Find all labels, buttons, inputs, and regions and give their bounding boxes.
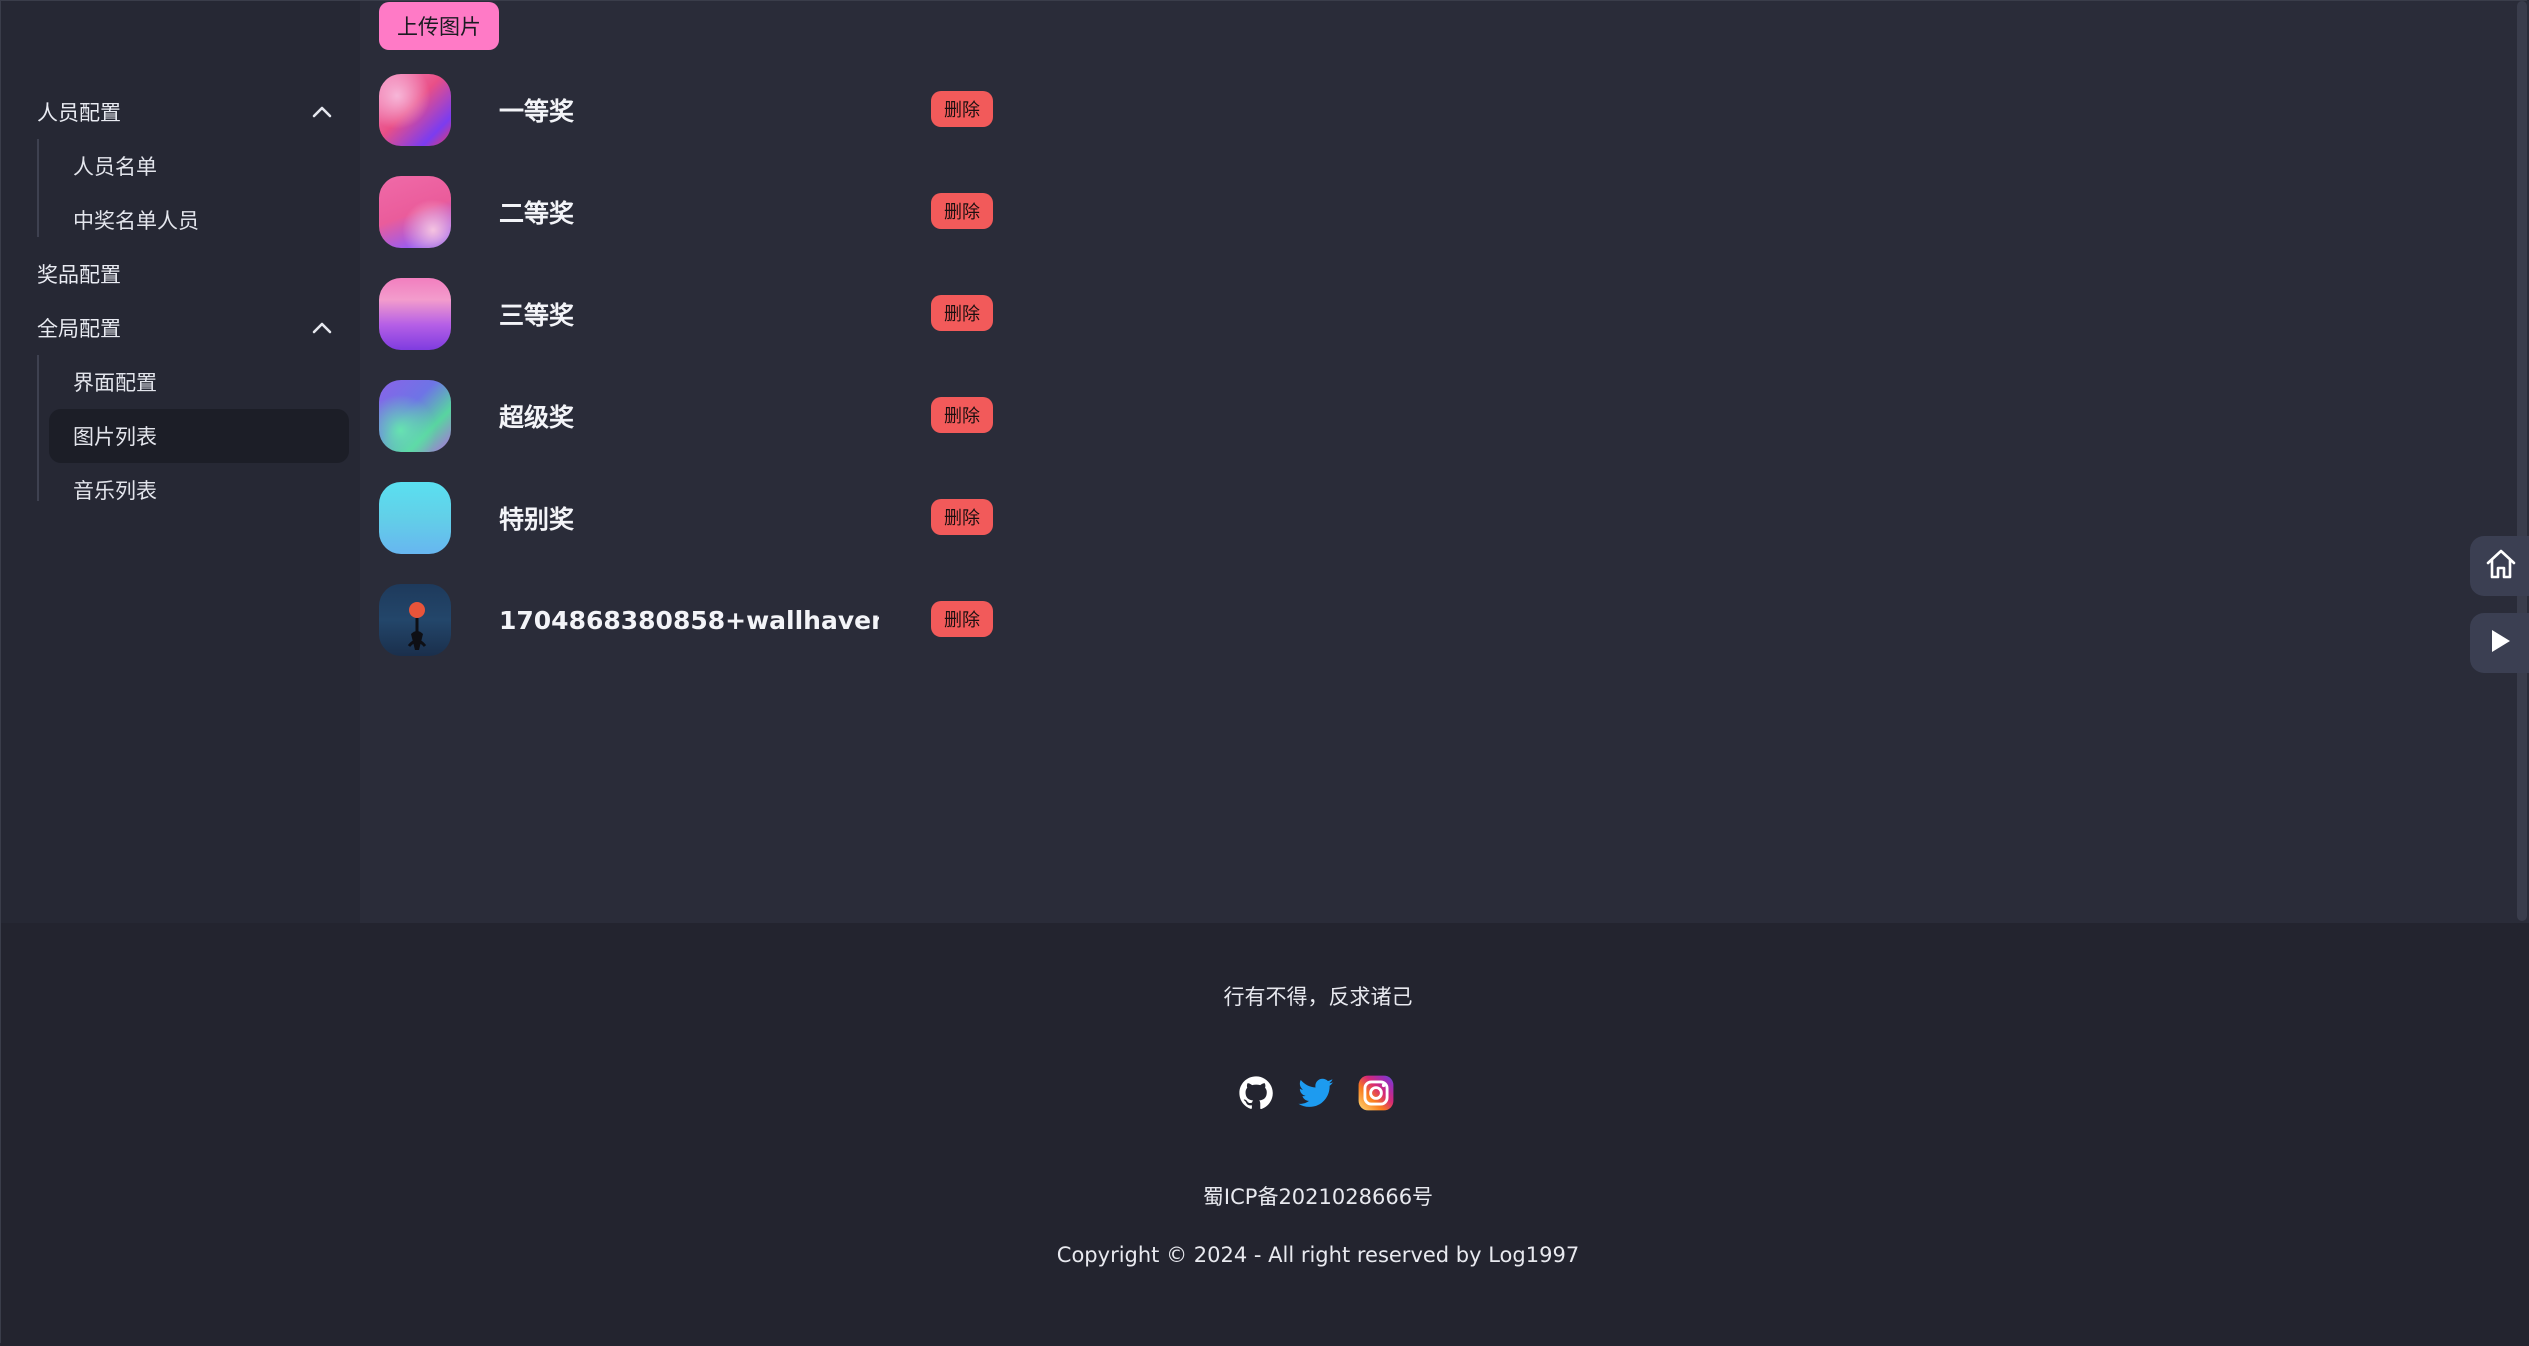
- delete-button[interactable]: 删除: [931, 91, 993, 127]
- image-thumbnail: [379, 176, 451, 248]
- sidebar-item-music-list[interactable]: 音乐列表: [49, 463, 349, 517]
- image-name: 三等奖: [499, 301, 575, 330]
- sidebar-item-label: 中奖名单人员: [73, 209, 199, 233]
- home-icon: [2484, 547, 2518, 585]
- copyright-text: Copyright © 2024 - All right reserved by…: [1056, 1243, 1580, 1267]
- sidebar-item-label: 奖品配置: [37, 263, 121, 287]
- play-icon: [2484, 626, 2514, 660]
- chevron-up-icon: [307, 97, 337, 127]
- twitter-icon[interactable]: [1297, 1074, 1335, 1112]
- list-item: 二等奖 删除: [379, 176, 999, 248]
- menu-group-label: 人员配置: [37, 101, 121, 125]
- image-thumbnail: [379, 380, 451, 452]
- home-button[interactable]: [2470, 536, 2529, 596]
- image-name: 超级奖: [499, 403, 575, 432]
- delete-button[interactable]: 删除: [931, 601, 993, 637]
- list-item: 三等奖 删除: [379, 278, 999, 350]
- sidebar-item-prize-config[interactable]: 奖品配置: [37, 247, 121, 301]
- image-thumbnail: [379, 278, 451, 350]
- submenu-guide-line: [37, 139, 39, 237]
- sidebar: 人员配置 人员名单 中奖名单人员 奖品配置 全局配置 界面配置 图片列表 音乐列…: [1, 1, 359, 923]
- image-name: 特别奖: [499, 505, 575, 534]
- icp-link[interactable]: 蜀ICP备2021028666号: [1, 1181, 2529, 1211]
- sidebar-item-label: 图片列表: [73, 425, 157, 449]
- upload-image-button[interactable]: 上传图片: [379, 2, 499, 50]
- sidebar-item-label: 音乐列表: [73, 479, 157, 503]
- list-item: 一等奖 删除: [379, 74, 999, 146]
- image-thumbnail: [379, 584, 451, 656]
- delete-button[interactable]: 删除: [931, 295, 993, 331]
- play-button[interactable]: [2470, 613, 2529, 673]
- instagram-icon[interactable]: [1357, 1074, 1395, 1112]
- image-thumbnail: [379, 482, 451, 554]
- github-icon[interactable]: [1237, 1074, 1275, 1112]
- social-links: [1237, 1074, 1395, 1112]
- menu-group-label: 全局配置: [37, 317, 121, 341]
- chevron-up-icon: [307, 313, 337, 343]
- sidebar-item-label: 界面配置: [73, 371, 157, 395]
- submenu-guide-line: [37, 355, 39, 501]
- image-name: 二等奖: [499, 199, 575, 228]
- delete-button[interactable]: 删除: [931, 499, 993, 535]
- scrollbar-thumb[interactable]: [2517, 1, 2527, 921]
- sidebar-item-personnel-list[interactable]: 人员名单: [49, 139, 349, 193]
- sidebar-item-image-list[interactable]: 图片列表: [49, 409, 349, 463]
- menu-group-global-config[interactable]: 全局配置: [37, 301, 343, 355]
- menu-group-personnel[interactable]: 人员配置: [37, 85, 343, 139]
- sidebar-item-label: 人员名单: [73, 155, 157, 179]
- list-item: 特别奖 删除: [379, 482, 999, 554]
- image-name: 一等奖: [499, 97, 575, 126]
- sidebar-item-winner-list[interactable]: 中奖名单人员: [49, 193, 349, 247]
- sidebar-item-ui-config[interactable]: 界面配置: [49, 355, 349, 409]
- image-thumbnail: [379, 74, 451, 146]
- app-window: 人员配置 人员名单 中奖名单人员 奖品配置 全局配置 界面配置 图片列表 音乐列…: [0, 0, 2529, 1346]
- list-item: 1704868380858+wallhaven-1pd… 删除: [379, 584, 999, 656]
- delete-button[interactable]: 删除: [931, 193, 993, 229]
- image-name: 1704868380858+wallhaven-1pd…: [499, 605, 879, 635]
- list-item: 超级奖 删除: [379, 380, 999, 452]
- footer-motto: 行有不得，反求诸己: [1223, 985, 1413, 1009]
- delete-button[interactable]: 删除: [931, 397, 993, 433]
